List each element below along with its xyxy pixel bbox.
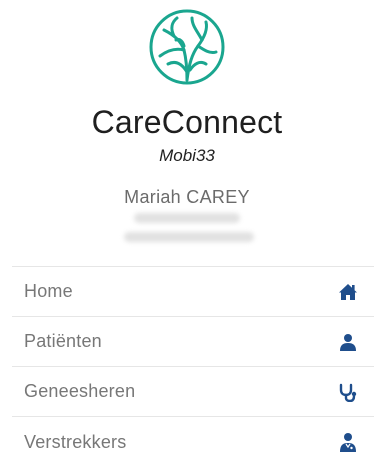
app-subtitle: Mobi33 (159, 146, 215, 165)
menu-item-label: Patiënten (24, 331, 102, 351)
user-icon (338, 332, 358, 352)
menu-item-label: Geneesheren (24, 381, 136, 401)
side-menu-screen: CareConnect Mobi33 Mariah CAREY Home Pat… (0, 0, 374, 456)
app-name: CareConnect (91, 104, 283, 140)
navigation-menu: Home Patiënten Geneesheren Verstrekkers (12, 266, 374, 456)
blurred-user-detail (124, 232, 254, 242)
careconnect-logo-icon (146, 6, 228, 88)
menu-item-home[interactable]: Home (12, 267, 374, 317)
stethoscope-icon (338, 382, 358, 402)
user-name: Mariah CAREY (124, 187, 250, 207)
menu-item-label: Verstrekkers (24, 431, 127, 452)
menu-item-geneesheren[interactable]: Geneesheren (12, 367, 374, 417)
blurred-user-detail (134, 213, 240, 223)
menu-item-verstrekkers[interactable]: Verstrekkers (12, 417, 374, 456)
user-md-icon (338, 432, 358, 452)
menu-item-patienten[interactable]: Patiënten (12, 317, 374, 367)
home-icon (338, 282, 358, 302)
menu-item-label: Home (24, 281, 73, 301)
